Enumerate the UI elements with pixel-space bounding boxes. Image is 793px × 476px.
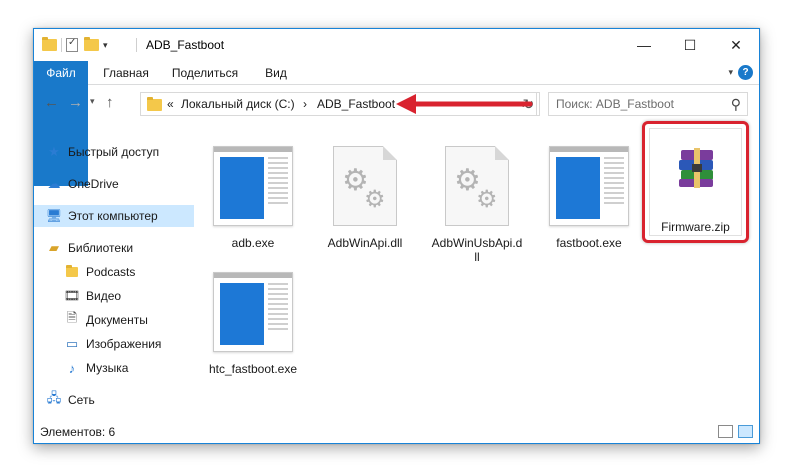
sidebar-item-podcasts[interactable]: Podcasts	[34, 261, 194, 283]
title-bar: ▾ ADB_Fastboot — ☐ ✕	[34, 29, 759, 61]
sidebar-item-label: Документы	[86, 313, 148, 327]
sidebar-item-label: OneDrive	[68, 177, 119, 191]
dll-icon: ⚙ ⚙	[437, 146, 517, 226]
file-item-adb-exe[interactable]: adb.exe	[199, 138, 307, 263]
recent-locations-icon[interactable]: ▾	[90, 96, 95, 107]
file-name: fastboot.exe	[556, 236, 622, 250]
tab-share[interactable]: Поделиться	[164, 61, 246, 85]
back-arrow-icon[interactable]: ←	[44, 94, 59, 111]
star-icon: ★	[48, 144, 60, 159]
tab-home[interactable]: Главная	[96, 61, 156, 85]
sidebar-item-label: Podcasts	[86, 265, 136, 279]
gear-icon: ⚙	[476, 186, 498, 213]
image-icon: ▭	[65, 336, 79, 351]
sidebar-item-label: Видео	[86, 289, 122, 303]
breadcrumb-local-disk[interactable]: Локальный диск (C:)	[181, 97, 295, 111]
file-item-firmware-zip[interactable]: Firmware.zip	[642, 121, 749, 243]
sidebar-item-this-pc[interactable]: 🖥 Этот компьютер	[34, 205, 194, 227]
quick-access-toolbar: ▾	[42, 37, 108, 53]
sidebar-item-label: Сеть	[68, 393, 95, 407]
annotation-arrow-icon	[396, 94, 533, 114]
dll-icon: ⚙ ⚙	[325, 146, 405, 226]
sidebar-item-label: Быстрый доступ	[68, 145, 160, 159]
tab-view[interactable]: Вид	[256, 61, 296, 85]
breadcrumb-prefix[interactable]: «	[167, 97, 174, 111]
maximize-button[interactable]: ☐	[667, 29, 713, 61]
breadcrumb-adb-fastboot[interactable]: ADB_Fastboot	[317, 97, 395, 111]
search-placeholder: Поиск: ADB_Fastboot	[556, 97, 674, 111]
properties-icon[interactable]	[66, 37, 78, 52]
exe-icon	[213, 272, 293, 352]
gear-icon: ⚙	[364, 186, 386, 213]
search-box[interactable]: Поиск: ADB_Fastboot ⚲	[548, 92, 748, 116]
sidebar-item-label: Библиотеки	[68, 241, 134, 255]
ribbon-tabs: Файл Главная Поделиться Вид ▾ ?	[34, 61, 759, 186]
computer-icon: 🖥	[45, 208, 63, 223]
title-divider	[136, 38, 137, 52]
file-name: adb.exe	[231, 236, 275, 250]
library-icon: ▰	[49, 240, 59, 255]
file-item-adbwinapi-dll[interactable]: ⚙ ⚙ AdbWinApi.dll	[311, 138, 419, 263]
cloud-icon: ☁	[47, 176, 61, 191]
up-arrow-icon[interactable]: ↑	[106, 94, 114, 111]
window-controls: — ☐ ✕	[621, 29, 759, 61]
sidebar-item-libraries[interactable]: ▰ Библиотеки	[34, 237, 194, 259]
details-view-icon[interactable]	[718, 425, 733, 438]
sidebar-item-label: Музыка	[86, 361, 129, 375]
explorer-window: ▾ ADB_Fastboot — ☐ ✕ Файл Главная Подели…	[33, 28, 760, 444]
file-item-fastboot-exe[interactable]: fastboot.exe	[535, 138, 643, 263]
sidebar-item-network[interactable]: 🖧 Сеть	[34, 389, 194, 411]
folder-icon	[147, 97, 162, 111]
music-icon: ♪	[68, 360, 76, 376]
navigation-pane: ★ Быстрый доступ ☁ OneDrive 🖥 Этот компь…	[34, 131, 194, 419]
network-icon: 🖧	[46, 390, 62, 405]
file-item-htc-fastboot-exe[interactable]: htc_fastboot.exe	[199, 264, 307, 389]
file-name: AdbWinApi.dll	[327, 236, 403, 250]
status-bar: Элементов: 6	[34, 421, 759, 443]
minimize-button[interactable]: —	[621, 29, 667, 61]
customize-toolbar-icon[interactable]: ▾	[103, 40, 108, 51]
close-button[interactable]: ✕	[713, 29, 759, 61]
sidebar-item-onedrive[interactable]: ☁ OneDrive	[34, 173, 194, 195]
sidebar-item-label: Этот компьютер	[68, 209, 158, 223]
sidebar-item-quick-access[interactable]: ★ Быстрый доступ	[34, 141, 194, 163]
folder-icon	[64, 264, 80, 280]
video-icon: 🎞	[63, 288, 81, 303]
file-name: htc_fastboot.exe	[208, 362, 298, 376]
large-icons-view-icon[interactable]	[738, 425, 753, 438]
help-icon[interactable]: ?	[738, 65, 753, 80]
folder-icon	[42, 37, 57, 51]
file-name: AdbWinUsbApi.d ll	[431, 236, 523, 264]
expand-ribbon-icon[interactable]: ▾	[728, 67, 733, 78]
breadcrumb-separator: ›	[303, 97, 307, 111]
file-name: Firmware.zip	[661, 220, 730, 234]
sidebar-item-images[interactable]: ▭ Изображения	[34, 333, 194, 355]
forward-arrow-icon[interactable]: →	[68, 94, 83, 111]
item-count: Элементов: 6	[40, 425, 116, 439]
sidebar-item-video[interactable]: 🎞 Видео	[34, 285, 194, 307]
sidebar-item-documents[interactable]: 🗎 Документы	[34, 309, 194, 331]
search-icon[interactable]: ⚲	[731, 96, 741, 113]
document-icon: 🗎	[66, 310, 78, 325]
window-title: ADB_Fastboot	[146, 38, 225, 52]
toolbar-divider	[61, 38, 62, 52]
exe-icon	[549, 146, 629, 226]
exe-icon	[213, 146, 293, 226]
new-folder-icon[interactable]	[84, 37, 99, 51]
sidebar-item-music[interactable]: ♪ Музыка	[34, 357, 194, 379]
sidebar-item-label: Изображения	[86, 337, 162, 351]
winrar-archive-icon	[679, 148, 713, 188]
file-item-adbwinusbapi-dll[interactable]: ⚙ ⚙ AdbWinUsbApi.d ll	[423, 138, 531, 264]
